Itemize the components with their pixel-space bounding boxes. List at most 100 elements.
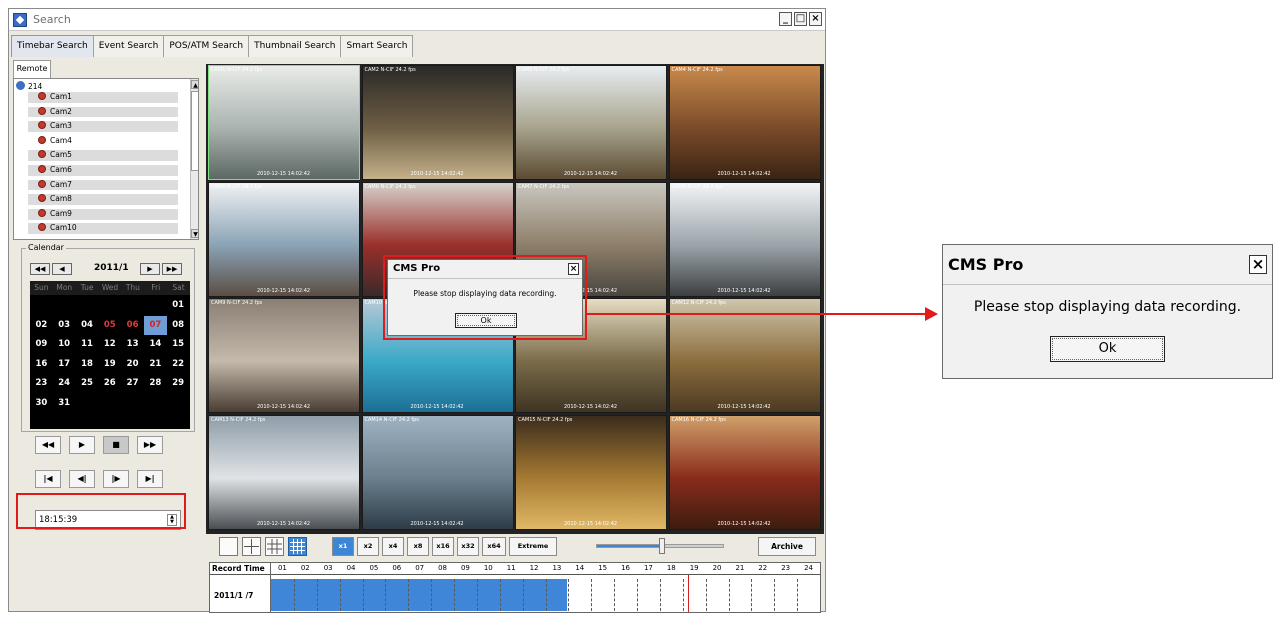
tree-item-camera[interactable]: Cam7 [28,179,178,191]
calendar-day[interactable]: 17 [53,355,76,374]
calendar-day[interactable]: 16 [30,355,53,374]
tree-item-camera[interactable]: Cam1 [28,92,178,103]
fast-rewind-button[interactable]: ◀◀ [35,436,61,454]
speed-button[interactable]: x1 [332,537,354,556]
tree-item-camera[interactable]: Cam6 [28,165,178,176]
calendar-day[interactable]: 04 [76,316,99,335]
calendar-day[interactable]: 26 [98,374,121,393]
layout-9-button[interactable] [265,537,284,556]
calendar-day[interactable]: 11 [76,335,99,354]
camera-tile[interactable]: CAM4 N-CIF 24.2 fps 2010-12-15 14:02:42 [668,65,821,180]
calendar-day[interactable]: 28 [144,374,167,393]
calendar-day[interactable]: 07 [144,315,167,335]
maximize-button[interactable]: □ [794,12,807,26]
tab-pos-atm-search[interactable]: POS/ATM Search [163,35,250,57]
first-month-button[interactable]: ◀◀ [30,263,50,275]
timeline-hour-label: 08 [438,564,448,572]
tree-item-camera[interactable]: Cam10 [28,223,178,235]
calendar-day[interactable]: 30 [30,394,53,413]
fast-forward-button[interactable]: ▶▶ [137,436,163,454]
calendar-day[interactable]: 19 [98,355,121,374]
calendar-day[interactable]: 12 [98,335,121,354]
speed-button[interactable]: x64 [482,537,506,556]
archive-button[interactable]: Archive [758,537,816,556]
calendar-day[interactable]: 15 [167,335,190,354]
scroll-up-icon[interactable]: ▲ [191,80,198,89]
camera-tile[interactable]: CAM14 N-CIF 24.2 fps 2010-12-15 14:02:42 [361,414,514,530]
speed-slider[interactable] [596,538,724,554]
tree-item-camera[interactable]: Cam9 [28,208,178,220]
calendar-day[interactable]: 18 [76,355,99,374]
camera-tile[interactable]: CAM13 N-CIF 24.2 fps 2010-12-15 14:02:42 [208,414,360,530]
tree-scrollbar[interactable]: ▲ ▼ [190,79,198,239]
scroll-thumb[interactable] [191,91,198,171]
layout-4-button[interactable] [242,537,261,556]
calendar-day[interactable]: 08 [167,316,190,335]
play-button[interactable]: ▶ [69,436,95,454]
calendar-day[interactable]: 10 [53,335,76,354]
scroll-down-icon[interactable]: ▼ [191,229,198,238]
camera-tile[interactable]: CAM16 N-CIF 24.2 fps 2010-12-15 14:02:42 [668,414,821,530]
calendar-day[interactable]: 23 [30,374,53,393]
camera-tile[interactable]: CAM9 N-CIF 24.2 fps 2010-12-15 14:02:42 [208,298,360,413]
tree-item-camera[interactable]: Cam2 [28,106,178,118]
step-back-button[interactable]: ◀| [69,470,95,488]
calendar-day[interactable]: 06 [121,316,144,335]
camera-tile[interactable]: CAM1 N-CIF 24.2 fps 2010-12-15 14:02:42 [208,65,360,180]
calendar-day[interactable]: 02 [30,316,53,335]
speed-button[interactable]: x16 [432,537,454,556]
slider-thumb[interactable] [659,538,665,554]
layout-16-button[interactable] [288,537,307,556]
tab-timebar-search[interactable]: Timebar Search [11,35,94,57]
close-button[interactable]: × [809,12,822,26]
timeline[interactable]: Record Time 01 02 03 04 05 06 07 08 09 10 11 12 13 14… [209,562,821,613]
camera-tile[interactable]: CAM3 N-CIF 24.2 fps 2010-12-15 14:02:42 [515,65,667,180]
calendar-day[interactable]: 25 [76,374,99,393]
calendar-day[interactable]: 09 [30,335,53,354]
next-month-button[interactable]: ▶ [140,263,160,275]
layout-1-button[interactable] [219,537,238,556]
camera-tile[interactable]: CAM12 N-CIF 24.2 fps 2010-12-15 14:02:42 [668,298,821,413]
enlarged-dialog-ok-button[interactable]: Ok [1050,336,1165,362]
tree-item-camera[interactable]: Cam3 [28,121,178,132]
camera-tile[interactable]: CAM5 N-CIF 24.2 fps 2010-12-15 14:02:42 [208,181,360,297]
calendar-day[interactable]: 21 [144,355,167,374]
go-to-end-button[interactable]: ▶| [137,470,163,488]
calendar-day[interactable]: 05 [98,316,121,335]
minimize-button[interactable]: _ [779,12,792,26]
calendar-day[interactable]: 01 [167,296,190,315]
tree-root[interactable]: 214 [16,81,42,92]
camera-tile[interactable]: CAM8 N-CIF 24.2 fps 2010-12-15 14:02:42 [668,181,821,297]
speed-button[interactable]: x2 [357,537,379,556]
calendar-day[interactable]: 31 [53,394,76,413]
tab-thumbnail-search[interactable]: Thumbnail Search [248,35,342,57]
speed-button[interactable]: x32 [457,537,479,556]
calendar-day[interactable]: 14 [144,335,167,354]
tab-event-search[interactable]: Event Search [92,35,165,57]
speed-button[interactable]: x4 [382,537,404,556]
tree-item-camera[interactable]: Cam8 [28,194,178,205]
tree-item-camera[interactable]: Cam5 [28,150,178,162]
enlarged-dialog-close-icon[interactable]: × [1249,255,1267,274]
step-forward-button[interactable]: |▶ [103,470,129,488]
last-month-button[interactable]: ▶▶ [162,263,182,275]
calendar-day[interactable]: 20 [121,355,144,374]
tab-smart-search[interactable]: Smart Search [340,35,414,57]
timeline-cursor[interactable] [688,575,690,612]
calendar-day[interactable]: 29 [167,374,190,393]
calendar-day[interactable]: 27 [121,374,144,393]
calendar-day[interactable]: 03 [53,316,76,335]
stop-button[interactable]: ■ [103,436,129,454]
speed-button[interactable]: x8 [407,537,429,556]
calendar-day[interactable]: 24 [53,374,76,393]
calendar-day[interactable]: 22 [167,355,190,374]
tab-remote[interactable]: Remote [13,60,51,78]
speed-button[interactable]: Extreme [509,537,557,556]
prev-month-button[interactable]: ◀ [52,263,72,275]
calendar-day[interactable]: 13 [121,335,144,354]
tree-item-camera[interactable]: Cam4 [28,135,178,147]
go-to-start-button[interactable]: |◀ [35,470,61,488]
weekday-label: Wed [101,283,119,292]
camera-tile[interactable]: CAM15 N-CIF 24.2 fps 2010-12-15 14:02:42 [515,414,667,530]
camera-tile[interactable]: CAM2 N-CIF 24.2 fps 2010-12-15 14:02:42 [361,65,514,180]
